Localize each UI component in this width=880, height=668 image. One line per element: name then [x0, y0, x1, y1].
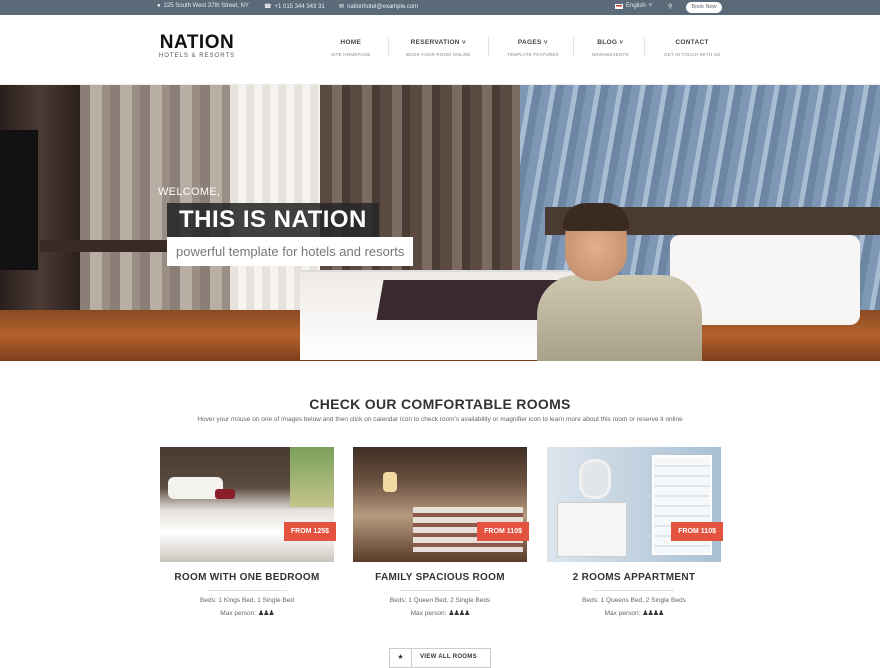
top-info-bar: ● 225 South West 37th Street, NY ☎ +1 01… [0, 0, 880, 15]
view-all-label: VIEW ALL ROOMS [420, 654, 477, 660]
room-card[interactable]: FROM 125$ ROOM WITH ONE BEDROOM Beds: 1 … [160, 447, 336, 617]
hero-welcome: WELCOME, [158, 186, 221, 198]
nav-sublabel: GET IN TOUCH WITH US [664, 52, 721, 57]
nav-label: RESERVATION ˅ [410, 39, 467, 46]
search-button[interactable]: ⚲ [668, 3, 672, 10]
room-card[interactable]: FROM 110$ 2 ROOMS APPARTMENT Beds: 1 Que… [547, 447, 723, 617]
nav-item-pages[interactable]: PAGES ˅ TEMPLATE FEATURES [507, 39, 559, 57]
room-max-persons: Max person: ♟♟♟♟ [547, 609, 721, 617]
room-image[interactable] [353, 447, 527, 562]
chevron-down-icon: ˅ [619, 39, 624, 46]
location-pin-icon: ● [157, 3, 161, 9]
price-badge: FROM 125$ [283, 522, 336, 541]
chevron-down-icon: ˅ [461, 39, 467, 46]
hero-person [537, 275, 702, 361]
language-label: English [626, 3, 646, 9]
room-image[interactable] [160, 447, 334, 562]
divider [207, 590, 287, 591]
address-text: 225 South West 37th Street, NY [163, 3, 249, 9]
language-selector[interactable]: English ˅ [615, 3, 652, 9]
chevron-down-icon: ˅ [648, 3, 653, 9]
site-logo[interactable]: NATION HOTELS & RESORTS [157, 32, 237, 60]
room-max-persons: Max person: ♟♟♟ [160, 609, 334, 617]
room-dresser [557, 502, 627, 557]
phone-icon: ☎ [264, 4, 272, 10]
max-person-label: Max person: [410, 610, 447, 617]
nav-sublabel: TEMPLATE FEATURES [507, 52, 559, 57]
room-window [290, 447, 334, 507]
hero-monitor [0, 130, 38, 270]
nav-item-blog[interactable]: BLOG ˅ NEWS&EVENTS [592, 39, 629, 57]
hero-banner: WELCOME, THIS IS NATION powerful templat… [0, 85, 880, 361]
phone-text: +1 015 344 343 31 [274, 3, 325, 10]
nav-sublabel: SITE HOMEPAGE [331, 52, 371, 57]
email-info[interactable]: ✉ nationhotel@example.com [339, 3, 418, 11]
person-icon: ♟♟♟ [257, 610, 275, 617]
hero-person-hair [563, 203, 629, 231]
address-info: ● 225 South West 37th Street, NY [157, 3, 249, 9]
nav-label: CONTACT [675, 39, 709, 46]
nav-item-home[interactable]: HOME SITE HOMEPAGE [331, 39, 371, 57]
person-icon: ♟♟♟♟ [448, 610, 470, 617]
rooms-section-subtitle: Hover your mouse on one of images below … [197, 416, 683, 423]
nav-divider [573, 37, 574, 57]
nav-label: HOME [340, 39, 362, 46]
nav-item-reservation[interactable]: RESERVATION ˅ BOOK YOUR ROOM ONLINE [406, 39, 471, 57]
room-mirror [579, 459, 611, 499]
room-image[interactable] [547, 447, 721, 562]
view-all-rooms-button[interactable]: ★ VIEW ALL ROOMS [389, 648, 491, 668]
room-name[interactable]: ROOM WITH ONE BEDROOM [160, 572, 334, 583]
star-icon: ★ [390, 649, 412, 667]
flag-icon [615, 3, 623, 9]
room-max-persons: Max person: ♟♟♟♟ [353, 609, 527, 617]
room-name[interactable]: FAMILY SPACIOUS ROOM [353, 572, 527, 583]
book-now-button[interactable]: Book Now [686, 2, 722, 13]
room-name[interactable]: 2 ROOMS APPARTMENT [547, 572, 721, 583]
nav-sublabel: NEWS&EVENTS [592, 52, 629, 57]
hero-subtitle: powerful template for hotels and resorts [167, 237, 414, 266]
phone-info: ☎ +1 015 344 343 31 [264, 3, 325, 11]
logo-name: NATION [159, 32, 235, 53]
search-icon: ⚲ [668, 4, 673, 10]
nav-label: PAGES ˅ [517, 39, 548, 46]
price-badge: FROM 110$ [671, 522, 723, 541]
nav-sublabel: BOOK YOUR ROOM ONLINE [406, 52, 471, 57]
chevron-down-icon: ˅ [543, 39, 548, 46]
hero-title: THIS IS NATION [167, 203, 379, 237]
person-icon: ♟♟♟♟ [642, 610, 664, 617]
logo-tagline: HOTELS & RESORTS [158, 53, 236, 59]
nav-divider [488, 37, 489, 57]
divider [400, 590, 480, 591]
max-person-label: Max person: [220, 610, 257, 617]
price-badge: FROM 110$ [477, 522, 529, 541]
hero-desk [40, 240, 170, 252]
envelope-icon: ✉ [339, 4, 345, 10]
rooms-section-title: CHECK OUR COMFORTABLE ROOMS [309, 396, 571, 412]
divider [594, 590, 674, 591]
nav-divider [644, 37, 645, 57]
site-header: NATION HOTELS & RESORTS HOME SITE HOMEPA… [0, 15, 880, 85]
max-person-label: Max person: [604, 610, 641, 617]
email-link[interactable]: nationhotel@example.com [347, 4, 418, 10]
room-beds: Beds: 1 Kings Bed, 1 Single Bed [200, 597, 294, 604]
room-accent-pillow [215, 489, 235, 499]
room-card[interactable]: FROM 110$ FAMILY SPACIOUS ROOM Beds: 1 Q… [353, 447, 529, 617]
room-beds: Beds: 1 Queens Bed, 2 Single Beds [582, 597, 686, 604]
nav-divider [388, 37, 389, 57]
room-lamp [383, 472, 397, 492]
nav-item-contact[interactable]: CONTACT GET IN TOUCH WITH US [664, 39, 720, 57]
nav-label: BLOG ˅ [597, 39, 624, 46]
room-beds: Beds: 1 Queen Bed, 2 Single Beds [389, 597, 491, 604]
